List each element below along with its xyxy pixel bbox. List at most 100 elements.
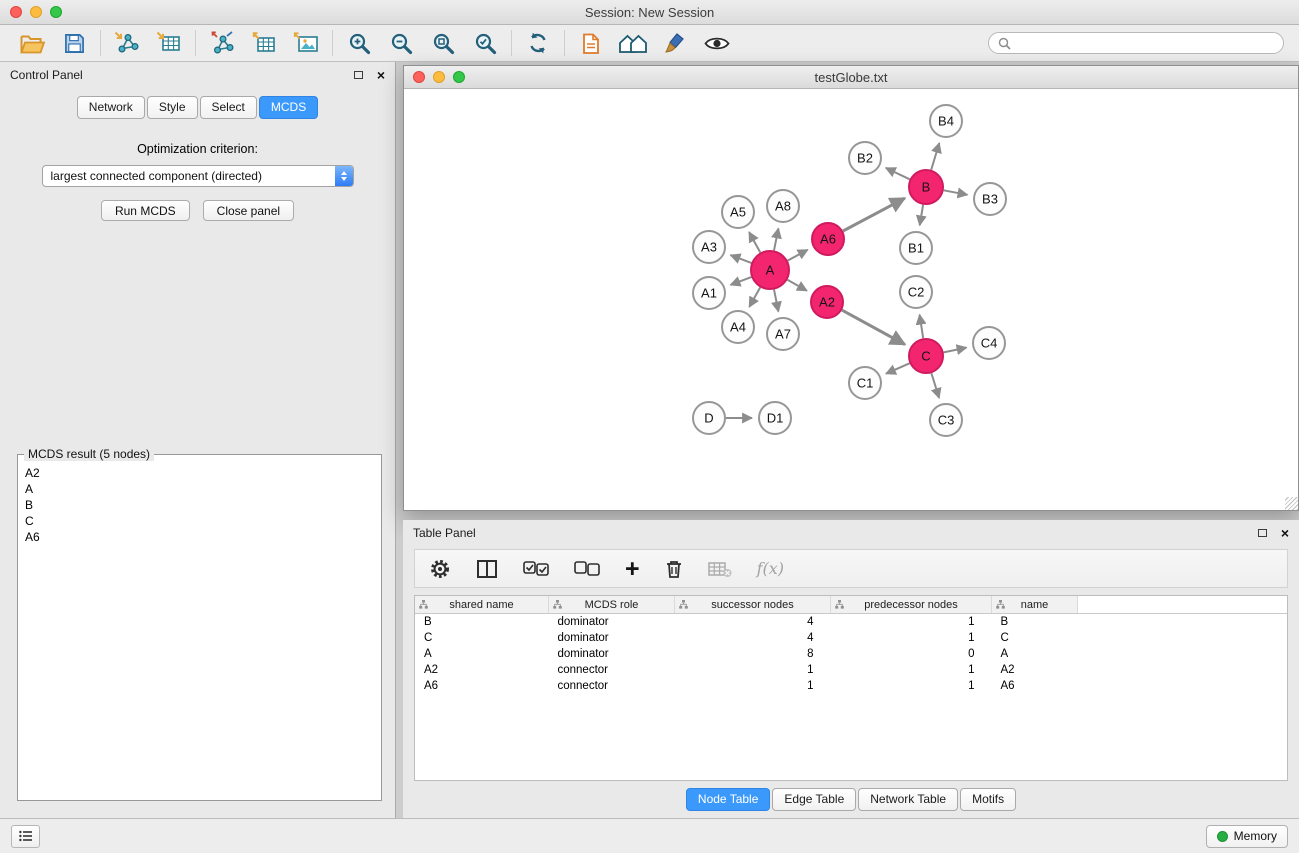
- home-panels-button[interactable]: [616, 28, 650, 58]
- edge-C-C2[interactable]: [920, 315, 924, 339]
- network-canvas[interactable]: B4B2BB3A5A8A6B1A3AC2A1A2A4A7C4CC1C3DD1: [404, 89, 1298, 510]
- node-A4[interactable]: A4: [722, 311, 754, 343]
- table-row[interactable]: Adominator80A: [415, 646, 1287, 662]
- tab-network[interactable]: Network: [77, 96, 145, 119]
- edge-B-B4[interactable]: [931, 143, 939, 170]
- tab-node-table[interactable]: Node Table: [686, 788, 771, 811]
- maximize-window-button[interactable]: [50, 6, 62, 18]
- task-history-button[interactable]: [11, 825, 40, 848]
- node-A[interactable]: A: [751, 251, 789, 289]
- node-B[interactable]: B: [909, 170, 943, 204]
- edge-A-A3[interactable]: [731, 255, 752, 263]
- open-session-button[interactable]: [15, 28, 49, 58]
- float-table-panel-icon[interactable]: [1258, 529, 1267, 537]
- export-image-button[interactable]: [289, 28, 323, 58]
- node-C4[interactable]: C4: [973, 327, 1005, 359]
- tab-motifs[interactable]: Motifs: [960, 788, 1016, 811]
- minimize-window-button[interactable]: [30, 6, 42, 18]
- mcds-result-item[interactable]: A6: [25, 529, 374, 545]
- add-button[interactable]: [625, 559, 640, 579]
- edge-A-A7[interactable]: [774, 290, 778, 312]
- node-B1[interactable]: B1: [900, 232, 932, 264]
- node-A3[interactable]: A3: [693, 231, 725, 263]
- tab-network-table[interactable]: Network Table: [858, 788, 958, 811]
- node-B3[interactable]: B3: [974, 183, 1006, 215]
- function-builder-button[interactable]: f(x): [757, 559, 784, 578]
- zoom-in-button[interactable]: [342, 28, 376, 58]
- edge-C-C3[interactable]: [931, 373, 939, 398]
- select-all-button[interactable]: [523, 561, 549, 577]
- run-mcds-button[interactable]: Run MCDS: [101, 200, 190, 221]
- edge-A2-C[interactable]: [842, 310, 905, 344]
- edge-A-A4[interactable]: [749, 287, 760, 307]
- node-A5[interactable]: A5: [722, 196, 754, 228]
- delete-button[interactable]: [665, 559, 683, 579]
- mcds-result-item[interactable]: C: [25, 513, 374, 529]
- close-network-window-button[interactable]: [413, 71, 425, 83]
- mcds-result-item[interactable]: A: [25, 481, 374, 497]
- table-row[interactable]: A6connector11A6: [415, 678, 1287, 694]
- node-D[interactable]: D: [693, 402, 725, 434]
- search-input[interactable]: [1017, 36, 1274, 50]
- close-panel-icon[interactable]: [377, 68, 385, 82]
- node-C3[interactable]: C3: [930, 404, 962, 436]
- table-row[interactable]: A2connector11A2: [415, 662, 1287, 678]
- optimization-criterion-select[interactable]: largest connected component (directed): [42, 165, 354, 187]
- edge-A-A2[interactable]: [787, 280, 807, 291]
- node-A6[interactable]: A6: [812, 223, 844, 255]
- memory-button[interactable]: Memory: [1206, 825, 1288, 848]
- node-A1[interactable]: A1: [693, 277, 725, 309]
- float-panel-icon[interactable]: [354, 71, 363, 79]
- edge-B-B3[interactable]: [944, 190, 968, 195]
- refresh-network-button[interactable]: [521, 28, 555, 58]
- mcds-result-item[interactable]: B: [25, 497, 374, 513]
- resize-grip[interactable]: [1285, 497, 1298, 510]
- style-brush-button[interactable]: [658, 28, 692, 58]
- edge-C-C1[interactable]: [886, 363, 910, 373]
- zoom-selected-button[interactable]: [468, 28, 502, 58]
- tab-select[interactable]: Select: [200, 96, 257, 119]
- edge-C-C4[interactable]: [944, 348, 967, 353]
- node-D1[interactable]: D1: [759, 402, 791, 434]
- edge-A6-B[interactable]: [843, 198, 905, 231]
- table-settings-button[interactable]: [429, 558, 451, 580]
- edge-B-B1[interactable]: [920, 205, 923, 226]
- zoom-out-button[interactable]: [384, 28, 418, 58]
- tab-edge-table[interactable]: Edge Table: [772, 788, 856, 811]
- close-window-button[interactable]: [10, 6, 22, 18]
- table-row[interactable]: Cdominator41C: [415, 630, 1287, 646]
- close-panel-button[interactable]: Close panel: [203, 200, 294, 221]
- node-A8[interactable]: A8: [767, 190, 799, 222]
- edge-A-A8[interactable]: [774, 229, 778, 251]
- delete-table-button[interactable]: [708, 560, 732, 578]
- show-columns-button[interactable]: [476, 559, 498, 579]
- node-C[interactable]: C: [909, 339, 943, 373]
- minimize-network-window-button[interactable]: [433, 71, 445, 83]
- node-B2[interactable]: B2: [849, 142, 881, 174]
- node-A7[interactable]: A7: [767, 318, 799, 350]
- close-table-panel-icon[interactable]: [1281, 526, 1289, 540]
- node-C2[interactable]: C2: [900, 276, 932, 308]
- maximize-network-window-button[interactable]: [453, 71, 465, 83]
- export-network-button[interactable]: [205, 28, 239, 58]
- edge-B-B2[interactable]: [886, 168, 910, 179]
- column-header-predecessor-nodes[interactable]: predecessor nodes: [831, 596, 992, 614]
- edge-A-A1[interactable]: [731, 277, 752, 285]
- node-C1[interactable]: C1: [849, 367, 881, 399]
- unselect-all-button[interactable]: [574, 561, 600, 577]
- search-box[interactable]: [988, 32, 1284, 54]
- clipboard-document-button[interactable]: [574, 28, 608, 58]
- tab-style[interactable]: Style: [147, 96, 198, 119]
- table-row[interactable]: Bdominator41B: [415, 614, 1287, 631]
- save-session-button[interactable]: [57, 28, 91, 58]
- tab-mcds[interactable]: MCDS: [259, 96, 318, 119]
- edge-A-A6[interactable]: [788, 250, 808, 261]
- column-header-shared-name[interactable]: shared name: [415, 596, 549, 614]
- column-header-successor-nodes[interactable]: successor nodes: [675, 596, 831, 614]
- node-A2[interactable]: A2: [811, 286, 843, 318]
- zoom-fit-button[interactable]: [426, 28, 460, 58]
- export-table-button[interactable]: [247, 28, 281, 58]
- column-header-MCDS-role[interactable]: MCDS role: [549, 596, 675, 614]
- show-hide-button[interactable]: [700, 28, 734, 58]
- column-header-name[interactable]: name: [992, 596, 1078, 614]
